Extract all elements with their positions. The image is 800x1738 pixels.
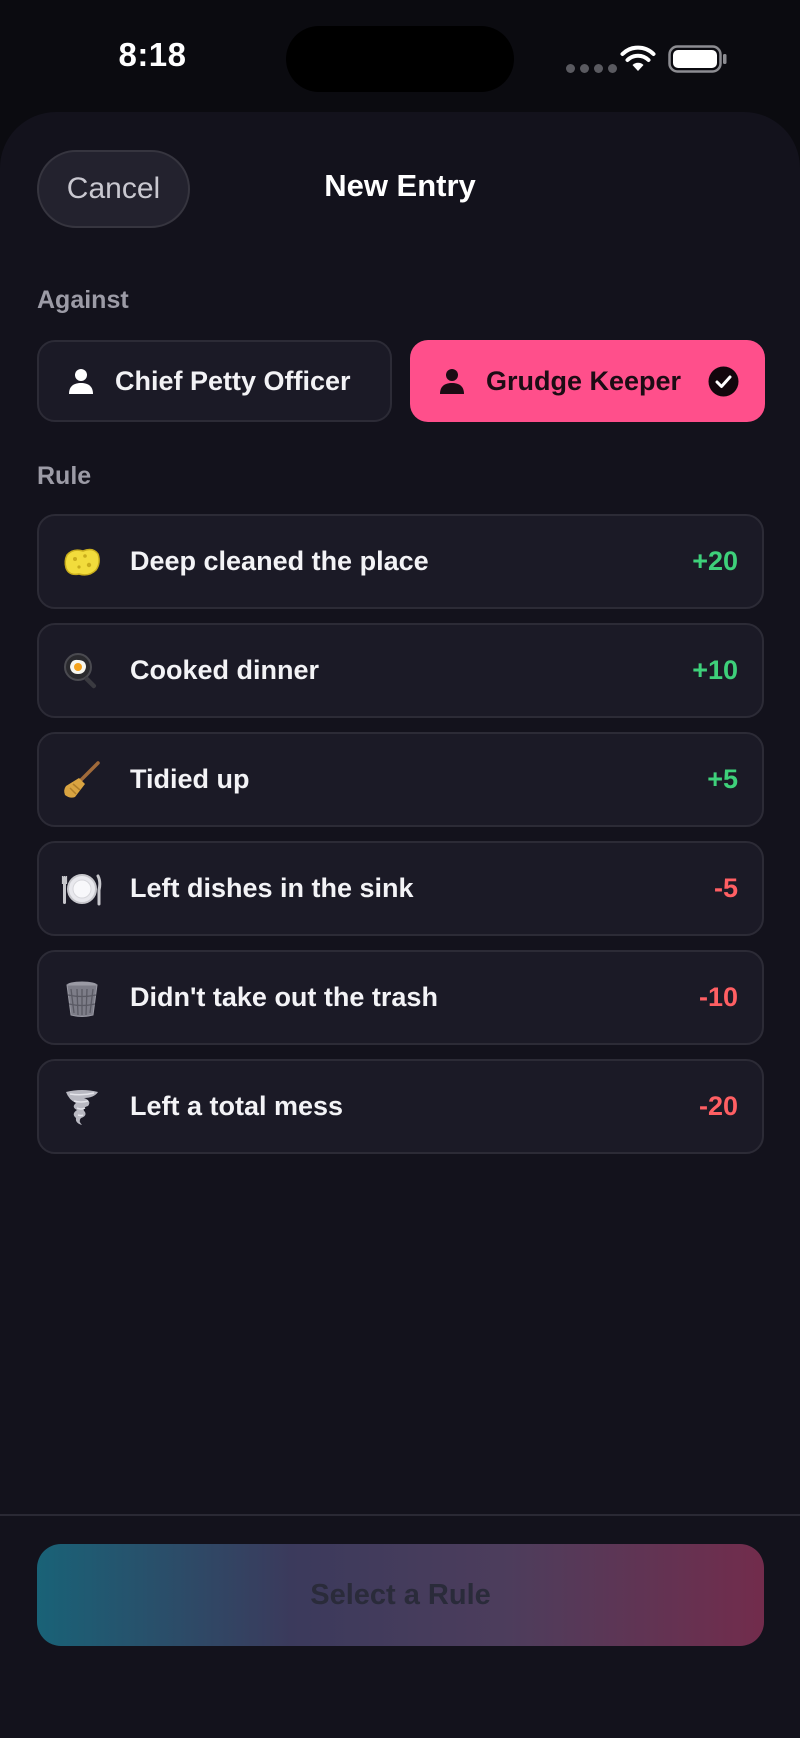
rule-list: Deep cleaned the place +20 Cooked dinner… bbox=[37, 514, 764, 1168]
against-option-chief-petty-officer[interactable]: Chief Petty Officer bbox=[37, 340, 392, 422]
cellular-signal-icon bbox=[566, 64, 617, 73]
rule-label: Cooked dinner bbox=[130, 655, 320, 685]
plate-icon bbox=[61, 874, 102, 906]
rule-points: -20 bbox=[698, 1091, 738, 1121]
rule-section-label: Rule bbox=[37, 462, 92, 490]
rule-label: Left dishes in the sink bbox=[130, 873, 414, 903]
frying-pan-icon bbox=[64, 653, 97, 689]
checkmark-circle-icon bbox=[708, 366, 739, 397]
rule-points: +20 bbox=[692, 546, 738, 576]
against-option-label: Grudge Keeper bbox=[486, 365, 682, 396]
rule-points: -5 bbox=[713, 873, 738, 903]
new-entry-sheet: Cancel New Entry Against Chief Petty Off… bbox=[0, 112, 800, 1738]
rule-label: Didn't take out the trash bbox=[130, 982, 438, 1012]
cancel-button[interactable]: Cancel bbox=[37, 150, 190, 228]
rule-row-trash[interactable]: Didn't take out the trash -10 bbox=[37, 950, 764, 1045]
select-rule-button[interactable]: Select a Rule bbox=[37, 1544, 764, 1646]
rule-row-tidied-up[interactable]: Tidied up +5 bbox=[37, 732, 764, 827]
wifi-icon bbox=[620, 45, 656, 71]
rule-points: -10 bbox=[698, 982, 738, 1012]
against-option-grudge-keeper[interactable]: Grudge Keeper bbox=[410, 340, 765, 422]
rule-points: +5 bbox=[707, 764, 738, 794]
rule-row-total-mess[interactable]: Left a total mess -20 bbox=[37, 1059, 764, 1154]
person-icon bbox=[69, 369, 93, 394]
rule-label: Tidied up bbox=[130, 764, 250, 794]
bottom-divider bbox=[0, 1514, 800, 1516]
rule-points: +10 bbox=[692, 655, 738, 685]
status-bar: 8:18 bbox=[0, 0, 800, 112]
rule-row-left-dishes[interactable]: Left dishes in the sink -5 bbox=[37, 841, 764, 936]
dynamic-island bbox=[286, 26, 514, 92]
battery-icon bbox=[668, 45, 727, 73]
tornado-icon bbox=[66, 1090, 98, 1125]
status-time: 8:18 bbox=[118, 36, 187, 73]
rule-label: Left a total mess bbox=[130, 1091, 344, 1121]
against-section-label: Against bbox=[37, 286, 129, 314]
rule-row-cooked-dinner[interactable]: Cooked dinner +10 bbox=[37, 623, 764, 718]
sponge-icon bbox=[64, 548, 100, 576]
broom-icon bbox=[64, 761, 100, 798]
rule-row-deep-cleaned[interactable]: Deep cleaned the place +20 bbox=[37, 514, 764, 609]
person-icon bbox=[440, 369, 464, 394]
rule-label: Deep cleaned the place bbox=[130, 546, 429, 576]
trash-can-icon bbox=[66, 981, 98, 1017]
sheet-title: New Entry bbox=[324, 168, 476, 203]
against-option-label: Chief Petty Officer bbox=[115, 365, 351, 396]
